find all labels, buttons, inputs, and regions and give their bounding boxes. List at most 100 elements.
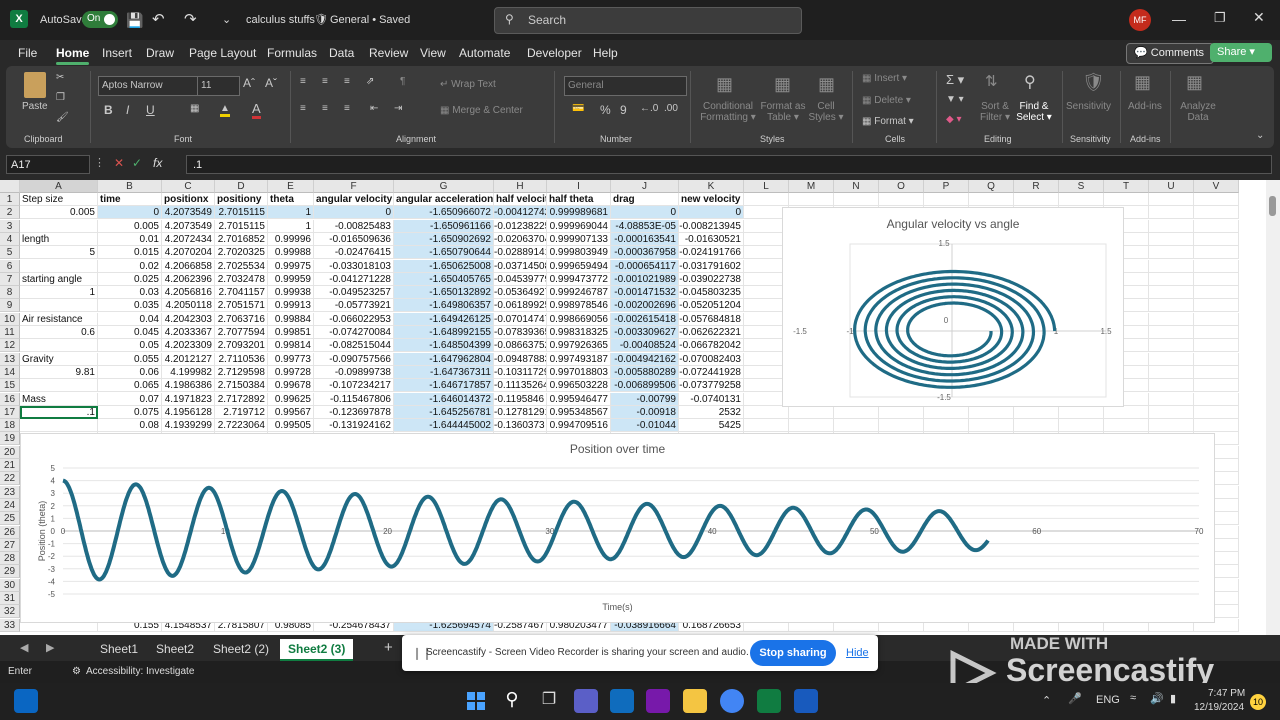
column-header[interactable]: V [1194,180,1239,193]
cell[interactable]: 4.2050118 [162,299,215,313]
cell[interactable] [969,419,1014,433]
bold-button[interactable]: B [104,103,113,117]
paste-button[interactable]: Paste [22,101,48,112]
cell[interactable]: -0.00825483 [314,219,394,233]
row-header[interactable]: 9 [0,299,20,313]
cell[interactable]: 2.7063716 [215,312,268,326]
cell[interactable] [1149,299,1194,313]
row-header[interactable]: 25 [0,512,20,526]
tab-automate[interactable]: Automate [459,46,510,60]
cell[interactable]: 2.7041157 [215,286,268,300]
comments-button[interactable]: 💬 Comments [1126,43,1214,64]
excel-taskbar-icon[interactable] [757,689,781,713]
column-header[interactable]: N [834,180,879,193]
cell[interactable]: 0 [679,206,744,220]
italic-button[interactable]: I [126,103,129,117]
add-ins-icon[interactable]: ▦ [1134,72,1151,93]
insert-cells-button[interactable]: ▦ Insert ▾ [862,73,907,84]
file-name[interactable]: calculus stuffs [246,14,315,26]
cell[interactable]: -0.02476415 [314,246,394,260]
cell[interactable]: 2.7110536 [215,352,268,366]
row-header[interactable]: 18 [0,419,20,433]
cell[interactable]: -0.000654117 [611,259,679,273]
cell[interactable]: -0.008213945 [679,219,744,233]
tab-data[interactable]: Data [329,46,354,60]
cell[interactable]: 0.99959 [268,272,314,286]
column-header[interactable]: L [744,180,789,193]
row-header[interactable]: 3 [0,219,20,233]
borders-icon[interactable]: ▦ [190,103,199,114]
cell[interactable]: -1.650966072 [394,206,494,220]
cell[interactable] [1194,206,1239,220]
cell[interactable] [1149,379,1194,393]
chrome-icon[interactable] [720,689,744,713]
cell[interactable]: 0.99975 [268,259,314,273]
cell[interactable]: 0.035 [98,299,162,313]
cell[interactable]: 2.7015115 [215,219,268,233]
number-format-select[interactable]: General [564,76,687,96]
cell[interactable]: -0.09487883 [494,352,547,366]
search-box[interactable]: ⚲ Search [494,7,802,34]
cell[interactable]: 0.01 [98,232,162,246]
cell[interactable] [744,405,789,419]
cell[interactable]: 0.995946477 [547,392,611,406]
cell[interactable]: 0.99728 [268,365,314,379]
cell[interactable]: -1.650961166 [394,219,494,233]
cell[interactable] [1014,405,1059,419]
shrink-font-icon[interactable]: Aˇ [265,76,277,90]
cell[interactable]: -1.649806357 [394,299,494,313]
cell[interactable]: 0.07 [98,392,162,406]
cell[interactable]: 2.7093201 [215,339,268,353]
increase-decimal-icon[interactable]: ←.0 [640,103,658,114]
cell[interactable]: 0.075 [98,405,162,419]
align-right-icon[interactable]: ≡ [344,103,350,114]
cell[interactable]: 0.998318325 [547,326,611,339]
cell[interactable] [1194,352,1239,366]
cell[interactable]: -0.004942162 [611,352,679,366]
add-sheet-icon[interactable]: + [384,639,393,656]
font-name-select[interactable]: Aptos Narrow [98,76,199,96]
cell[interactable]: 0.998669056 [547,312,611,326]
tab-page-layout[interactable]: Page Layout [189,46,256,60]
cell[interactable] [1104,193,1149,206]
cell[interactable]: Step size [20,193,98,206]
cell[interactable]: 4.2012127 [162,352,215,366]
cell[interactable]: -1.646014372 [394,392,494,406]
cell[interactable] [1149,392,1194,406]
clock-date[interactable]: 12/19/2024 [1194,702,1244,713]
cell[interactable]: Mass [20,392,98,406]
sheet-tab[interactable]: Sheet2 [148,639,202,659]
desktop-icon[interactable] [14,689,38,713]
cell[interactable]: -0.049523257 [314,286,394,300]
row-header[interactable]: 23 [0,485,20,499]
cell[interactable]: 0.99625 [268,392,314,406]
cell[interactable] [1104,405,1149,419]
cell[interactable]: -0.00412742 [494,206,547,220]
cell[interactable]: -0.09899738 [314,365,394,379]
cell[interactable]: 4.2062396 [162,272,215,286]
cell[interactable] [1194,312,1239,326]
row-header[interactable]: 33 [0,618,20,632]
column-header[interactable]: S [1059,180,1104,193]
cell[interactable]: 2.7025534 [215,259,268,273]
cell[interactable]: 0.99505 [268,419,314,433]
cell[interactable] [1194,365,1239,379]
sheet-tab[interactable]: Sheet2 (2) [205,639,277,659]
column-header[interactable]: K [679,180,744,193]
cell[interactable]: 4.2070204 [162,246,215,260]
cell[interactable]: -0.11135264 [494,379,547,393]
cell[interactable]: -0.001471532 [611,286,679,300]
cell[interactable] [1194,299,1239,313]
cell[interactable]: 2.7051571 [215,299,268,313]
tab-insert[interactable]: Insert [102,46,132,60]
decrease-decimal-icon[interactable]: .00 [664,103,678,114]
cell[interactable] [1194,339,1239,353]
cell[interactable]: -0.12781291 [494,405,547,419]
select-all-corner[interactable] [0,180,20,193]
cell[interactable] [879,419,924,433]
sensitivity-icon[interactable]: 🛡 [1082,72,1105,93]
microphone-icon[interactable]: 🎤 [1068,692,1082,705]
cell-styles-button[interactable]: Cell Styles ▾ [806,101,846,123]
cell[interactable]: Gravity [20,352,98,366]
cell[interactable]: 2.7172892 [215,392,268,406]
